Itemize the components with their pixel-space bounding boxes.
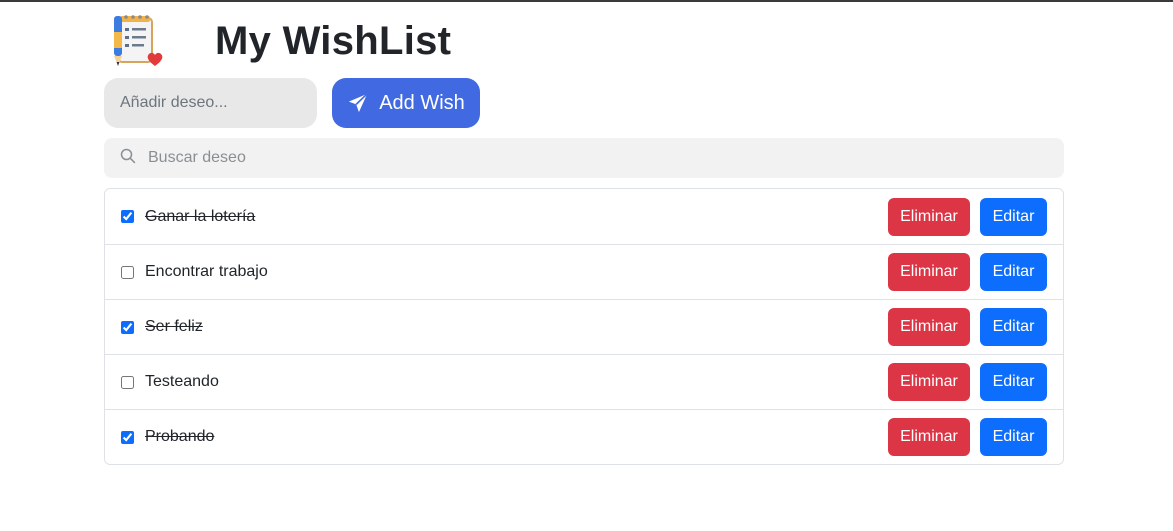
add-wish-button[interactable]: Add Wish (332, 78, 480, 128)
wish-text: Testeando (145, 373, 219, 390)
wish-checkbox[interactable] (121, 320, 134, 334)
wish-text: Ganar la lotería (145, 207, 256, 225)
page-title: My WishList (215, 18, 452, 63)
list-item: Ganar la lotería Eliminar Editar (105, 189, 1063, 244)
delete-button[interactable]: Eliminar (888, 363, 970, 401)
wish-input[interactable] (104, 78, 317, 128)
edit-button[interactable]: Editar (980, 197, 1047, 236)
add-wish-form: Add Wish (104, 78, 480, 128)
edit-button[interactable]: Editar (980, 363, 1047, 401)
edit-button[interactable]: Editar (980, 418, 1047, 456)
app-header: My WishList (104, 12, 451, 70)
wish-text: Encontrar trabajo (145, 263, 268, 280)
list-item: Testeando Eliminar Editar (105, 354, 1063, 409)
list-item: Encontrar trabajo Eliminar Editar (105, 244, 1063, 299)
edit-button[interactable]: Editar (980, 308, 1047, 346)
send-icon (347, 92, 369, 114)
edit-button[interactable]: Editar (980, 253, 1047, 291)
delete-button[interactable]: Eliminar (888, 308, 970, 346)
wish-text: Probando (145, 428, 215, 445)
delete-button[interactable]: Eliminar (888, 253, 970, 291)
delete-button[interactable]: Eliminar (888, 418, 970, 456)
list-item: Probando Eliminar Editar (105, 409, 1063, 464)
search-icon (120, 148, 136, 169)
wish-list: Ganar la lotería Eliminar Editar Encontr… (104, 188, 1064, 465)
search-input[interactable] (146, 148, 1030, 168)
list-item: Ser feliz Eliminar Editar (105, 299, 1063, 354)
delete-button[interactable]: Eliminar (888, 197, 970, 236)
notepad-pen-heart-icon (104, 12, 166, 70)
wish-text: Ser feliz (145, 318, 203, 335)
wish-checkbox[interactable] (121, 210, 134, 223)
search-bar (104, 138, 1064, 178)
wish-checkbox[interactable] (121, 430, 134, 444)
wish-checkbox[interactable] (121, 375, 134, 389)
add-wish-button-label: Add Wish (379, 91, 465, 114)
wish-checkbox[interactable] (121, 265, 134, 279)
